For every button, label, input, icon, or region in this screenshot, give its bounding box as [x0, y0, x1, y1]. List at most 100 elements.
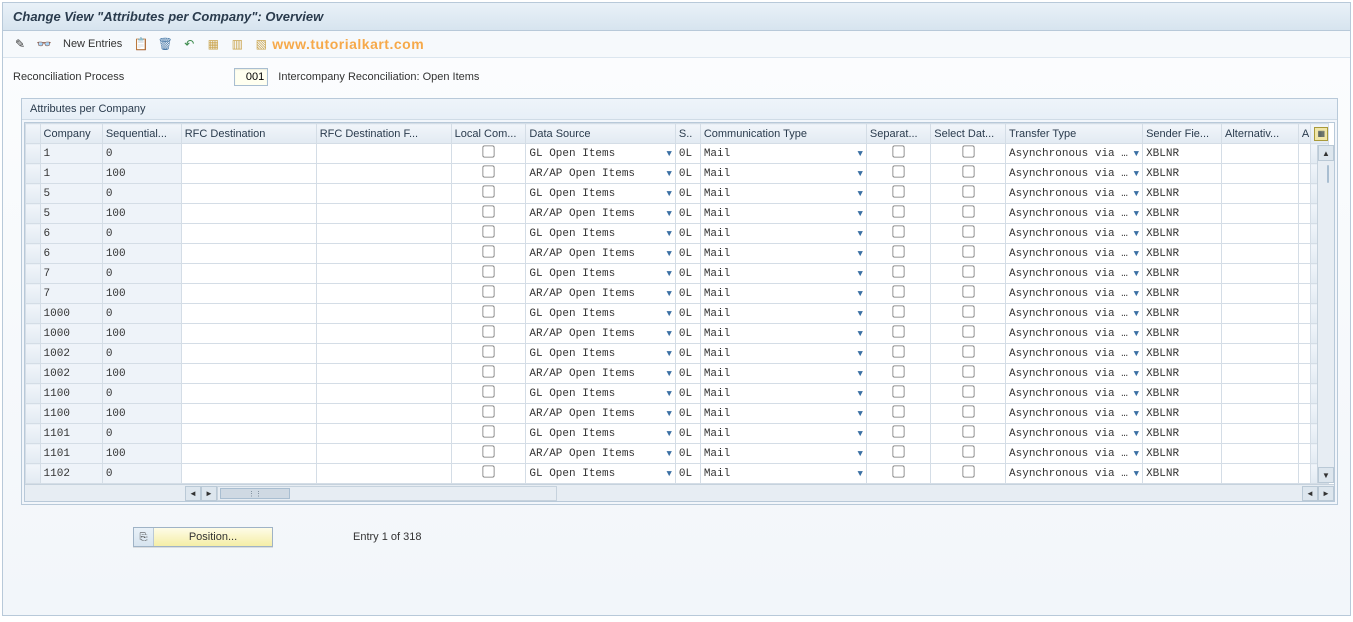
cell-sender-fie[interactable]: XBLNR — [1143, 384, 1222, 404]
cell-s[interactable]: 0L — [675, 384, 700, 404]
delete-icon[interactable]: 🗑 — [156, 35, 174, 53]
cell-rfc-destination[interactable] — [181, 144, 316, 164]
cell-rfc-destination[interactable] — [181, 284, 316, 304]
cell-transfer-type[interactable]: Asynchronous via …▼ — [1006, 244, 1143, 264]
cell-select-dat[interactable] — [931, 424, 1006, 444]
cell-alternativ[interactable] — [1221, 324, 1298, 344]
chevron-down-icon[interactable]: ▼ — [665, 249, 672, 259]
cell-select-dat[interactable] — [931, 184, 1006, 204]
undo-change-icon[interactable]: ↶ — [180, 35, 198, 53]
cell-a[interactable] — [1298, 264, 1310, 284]
cell-transfer-type[interactable]: Asynchronous via …▼ — [1006, 144, 1143, 164]
cell-local-com[interactable] — [451, 364, 526, 384]
cell-rfc-destination[interactable] — [181, 404, 316, 424]
cell-local-com[interactable] — [451, 164, 526, 184]
cell-data-source[interactable]: GL Open Items▼ — [526, 144, 676, 164]
cell-company[interactable]: 7 — [40, 264, 102, 284]
cell-sequential[interactable]: 100 — [102, 244, 181, 264]
cell-rfc-destination-f[interactable] — [316, 164, 451, 184]
cell-local-com[interactable] — [451, 464, 526, 484]
cell-select-dat[interactable] — [931, 384, 1006, 404]
chevron-down-icon[interactable]: ▼ — [665, 349, 672, 359]
cell-select-dat[interactable] — [931, 164, 1006, 184]
cell-transfer-type[interactable]: Asynchronous via …▼ — [1006, 464, 1143, 484]
chevron-down-icon[interactable]: ▼ — [1132, 349, 1139, 359]
cell-s[interactable]: 0L — [675, 244, 700, 264]
col-alternativ[interactable]: Alternativ... — [1221, 124, 1298, 144]
chevron-down-icon[interactable]: ▼ — [856, 329, 863, 339]
cell-separat[interactable] — [866, 304, 930, 324]
cell-sequential[interactable]: 0 — [102, 184, 181, 204]
cell-rfc-destination[interactable] — [181, 204, 316, 224]
cell-sender-fie[interactable]: XBLNR — [1143, 184, 1222, 204]
cell-sender-fie[interactable]: XBLNR — [1143, 264, 1222, 284]
chevron-down-icon[interactable]: ▼ — [1132, 409, 1139, 419]
cell-a[interactable] — [1298, 444, 1310, 464]
cell-communication-type[interactable]: Mail▼ — [700, 324, 866, 344]
cell-company[interactable]: 6 — [40, 244, 102, 264]
cell-alternativ[interactable] — [1221, 164, 1298, 184]
cell-data-source[interactable]: GL Open Items▼ — [526, 184, 676, 204]
cell-separat[interactable] — [866, 144, 930, 164]
cell-company[interactable]: 7 — [40, 284, 102, 304]
cell-s[interactable]: 0L — [675, 404, 700, 424]
row-selector[interactable] — [26, 204, 41, 224]
cell-select-dat[interactable] — [931, 324, 1006, 344]
chevron-down-icon[interactable]: ▼ — [665, 149, 672, 159]
cell-transfer-type[interactable]: Asynchronous via …▼ — [1006, 164, 1143, 184]
cell-transfer-type[interactable]: Asynchronous via …▼ — [1006, 444, 1143, 464]
reconciliation-process-input[interactable] — [234, 68, 268, 86]
cell-data-source[interactable]: GL Open Items▼ — [526, 264, 676, 284]
cell-local-com[interactable] — [451, 144, 526, 164]
cell-select-dat[interactable] — [931, 444, 1006, 464]
cell-alternativ[interactable] — [1221, 364, 1298, 384]
cell-local-com[interactable] — [451, 184, 526, 204]
chevron-down-icon[interactable]: ▼ — [856, 349, 863, 359]
cell-alternativ[interactable] — [1221, 204, 1298, 224]
cell-s[interactable]: 0L — [675, 264, 700, 284]
cell-sender-fie[interactable]: XBLNR — [1143, 324, 1222, 344]
chevron-down-icon[interactable]: ▼ — [1132, 309, 1139, 319]
cell-rfc-destination-f[interactable] — [316, 464, 451, 484]
cell-select-dat[interactable] — [931, 364, 1006, 384]
cell-s[interactable]: 0L — [675, 184, 700, 204]
chevron-down-icon[interactable]: ▼ — [665, 389, 672, 399]
cell-company[interactable]: 1100 — [40, 384, 102, 404]
row-selector[interactable] — [26, 424, 41, 444]
chevron-down-icon[interactable]: ▼ — [856, 189, 863, 199]
cell-local-com[interactable] — [451, 424, 526, 444]
cell-s[interactable]: 0L — [675, 464, 700, 484]
col-local-com[interactable]: Local Com... — [451, 124, 526, 144]
cell-transfer-type[interactable]: Asynchronous via …▼ — [1006, 344, 1143, 364]
cell-s[interactable]: 0L — [675, 204, 700, 224]
cell-alternativ[interactable] — [1221, 284, 1298, 304]
cell-company[interactable]: 1000 — [40, 304, 102, 324]
cell-alternativ[interactable] — [1221, 184, 1298, 204]
cell-communication-type[interactable]: Mail▼ — [700, 364, 866, 384]
chevron-down-icon[interactable]: ▼ — [1132, 189, 1139, 199]
cell-company[interactable]: 1 — [40, 164, 102, 184]
chevron-down-icon[interactable]: ▼ — [856, 429, 863, 439]
cell-sequential[interactable]: 100 — [102, 364, 181, 384]
cell-alternativ[interactable] — [1221, 344, 1298, 364]
cell-rfc-destination-f[interactable] — [316, 244, 451, 264]
cell-transfer-type[interactable]: Asynchronous via …▼ — [1006, 384, 1143, 404]
cell-s[interactable]: 0L — [675, 224, 700, 244]
chevron-down-icon[interactable]: ▼ — [1132, 289, 1139, 299]
cell-local-com[interactable] — [451, 264, 526, 284]
cell-s[interactable]: 0L — [675, 444, 700, 464]
cell-a[interactable] — [1298, 364, 1310, 384]
cell-rfc-destination[interactable] — [181, 444, 316, 464]
chevron-down-icon[interactable]: ▼ — [1132, 369, 1139, 379]
cell-company[interactable]: 1101 — [40, 424, 102, 444]
cell-separat[interactable] — [866, 244, 930, 264]
cell-communication-type[interactable]: Mail▼ — [700, 424, 866, 444]
col-data-source[interactable]: Data Source — [526, 124, 676, 144]
cell-s[interactable]: 0L — [675, 284, 700, 304]
chevron-down-icon[interactable]: ▼ — [856, 289, 863, 299]
cell-a[interactable] — [1298, 324, 1310, 344]
cell-sequential[interactable]: 100 — [102, 444, 181, 464]
cell-transfer-type[interactable]: Asynchronous via …▼ — [1006, 364, 1143, 384]
cell-rfc-destination[interactable] — [181, 424, 316, 444]
chevron-down-icon[interactable]: ▼ — [856, 469, 863, 479]
